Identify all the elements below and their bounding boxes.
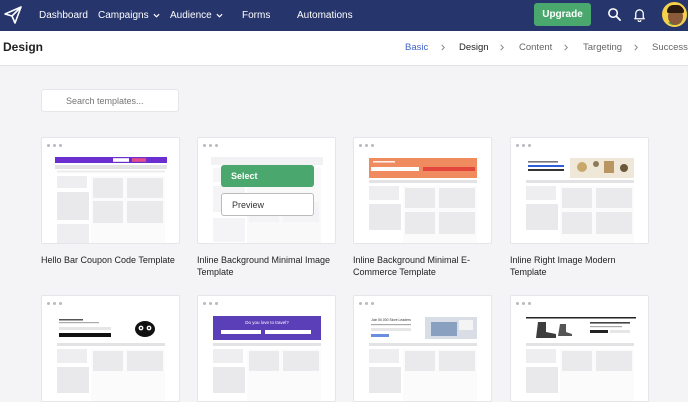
template-name: Inline Background Minimal Image Template <box>197 255 331 277</box>
chevron-down-icon <box>216 13 223 18</box>
bell-icon[interactable] <box>632 7 647 22</box>
window-dots <box>203 302 218 305</box>
avatar-hair <box>667 5 684 13</box>
template-card[interactable] <box>510 295 649 402</box>
top-navigation: Dashboard Campaigns Audience Forms Autom… <box>0 0 688 31</box>
template-thumbnail <box>57 318 167 401</box>
search-templates-input[interactable] <box>41 89 179 112</box>
template-thumbnail <box>369 158 477 243</box>
template-name: Inline Background Minimal E-Commerce Tem… <box>353 255 471 277</box>
template-card[interactable] <box>41 295 180 402</box>
chevron-right-icon <box>500 44 504 51</box>
window-dots <box>516 144 531 147</box>
template-card[interactable]: Do you love to travel? <box>197 295 336 402</box>
template-name: Inline Right Image Modern Template <box>510 255 616 277</box>
preview-label: Preview <box>232 199 265 210</box>
wizard-header: Design Basic Design Content Targeting Su… <box>0 31 688 66</box>
paper-plane-logo-icon[interactable] <box>3 5 23 25</box>
nav-dashboard[interactable]: Dashboard <box>39 0 88 31</box>
step-basic[interactable]: Basic <box>405 42 428 53</box>
page-title: Design <box>3 40 44 54</box>
window-dots <box>359 302 374 305</box>
nav-campaigns[interactable]: Campaigns <box>98 0 160 31</box>
user-avatar[interactable] <box>662 2 687 27</box>
step-success[interactable]: Success <box>652 42 688 53</box>
nav-forms[interactable]: Forms <box>242 0 270 31</box>
template-thumbnail: Join 50,000 Store Leaders <box>369 316 479 401</box>
template-card[interactable] <box>41 137 180 244</box>
window-dots <box>359 144 374 147</box>
nav-dashboard-label: Dashboard <box>39 10 88 21</box>
template-thumbnail: Do you love to travel? <box>213 316 321 401</box>
chevron-right-icon <box>564 44 568 51</box>
select-template-button[interactable]: Select <box>221 165 314 187</box>
step-content[interactable]: Content <box>519 42 552 53</box>
upgrade-label: Upgrade <box>542 9 583 20</box>
seo-headline-text: Join 50,000 Store Leaders <box>371 318 411 322</box>
template-thumbnail <box>526 158 634 243</box>
nav-automations-label: Automations <box>297 10 353 21</box>
select-label: Select <box>231 171 258 181</box>
window-dots <box>516 302 531 305</box>
window-dots <box>47 144 62 147</box>
template-thumbnail <box>526 316 636 401</box>
search-icon[interactable] <box>607 7 622 22</box>
chevron-right-icon <box>634 44 638 51</box>
nav-campaigns-label: Campaigns <box>98 10 149 21</box>
template-card[interactable]: Join 50,000 Store Leaders <box>353 295 492 402</box>
template-name: Hello Bar Coupon Code Template <box>41 255 175 265</box>
preview-template-button[interactable]: Preview <box>221 193 314 216</box>
upgrade-button[interactable]: Upgrade <box>534 3 591 26</box>
chevron-right-icon <box>441 44 445 51</box>
nav-audience-label: Audience <box>170 10 212 21</box>
travel-banner-text: Do you love to travel? <box>245 320 289 325</box>
step-targeting[interactable]: Targeting <box>583 42 622 53</box>
template-thumbnail <box>55 157 167 243</box>
window-dots <box>203 144 218 147</box>
window-dots <box>47 302 62 305</box>
nav-forms-label: Forms <box>242 10 271 21</box>
nav-automations[interactable]: Automations <box>297 0 353 31</box>
template-card[interactable] <box>353 137 492 244</box>
step-design[interactable]: Design <box>459 42 489 53</box>
nav-audience[interactable]: Audience <box>170 0 223 31</box>
template-card[interactable]: Select Preview <box>197 137 336 244</box>
chevron-down-icon <box>153 13 160 18</box>
template-card[interactable] <box>510 137 649 244</box>
